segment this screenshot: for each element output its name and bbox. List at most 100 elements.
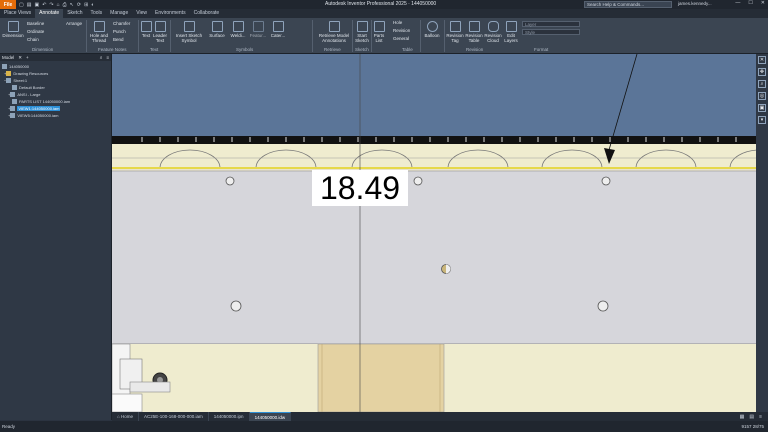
zoom-icon[interactable]: ⌕: [758, 80, 766, 88]
dimension-text[interactable]: 18.49: [312, 170, 408, 206]
tab-tools[interactable]: Tools: [86, 9, 106, 18]
caterpillar-button[interactable]: Cater...: [268, 21, 288, 38]
ribbon-separator: [352, 20, 353, 52]
tree-item[interactable]: + VIEW5:144050000.iam: [0, 112, 111, 119]
list-tabs-icon[interactable]: ≡: [759, 414, 762, 420]
maximize-button[interactable]: ☐: [748, 0, 752, 6]
print-icon[interactable]: ⎙: [63, 2, 67, 8]
tree-item[interactable]: + ANSI - Large: [0, 91, 111, 98]
file-button[interactable]: File: [0, 0, 16, 9]
tree-item[interactable]: + VIEW1:144050000.iam: [0, 105, 111, 112]
close-icon[interactable]: ✕: [18, 55, 22, 61]
ribbon-separator: [420, 20, 421, 52]
drawing-canvas[interactable]: 18.49: [112, 54, 756, 412]
dark-strip: [112, 136, 756, 144]
retrieve-model-annotations-button[interactable]: Retrieve Model Annotations: [316, 21, 352, 43]
insert-sketch-symbol-button[interactable]: Insert Sketch Symbol: [172, 21, 206, 43]
general-table-button[interactable]: General: [393, 36, 409, 41]
revision-tag-button[interactable]: Revision Tag: [446, 21, 464, 43]
style-select[interactable]: Style: [522, 29, 580, 35]
hole-thread-button[interactable]: Hole and Thread: [88, 21, 110, 43]
text-button[interactable]: Text: [140, 21, 152, 38]
arrange-button[interactable]: Arrange: [66, 21, 82, 26]
tree-item[interactable]: + Drawing Resources: [0, 70, 111, 77]
sheet-icon: [6, 78, 12, 83]
tree-item[interactable]: − Sheet:1: [0, 77, 111, 84]
tab-sketch[interactable]: Sketch: [63, 9, 86, 18]
group-retrieve-label: Retrieve: [324, 47, 341, 52]
look-at-icon[interactable]: ▣: [758, 104, 766, 112]
punch-button[interactable]: Punch: [113, 29, 126, 34]
feature-icon: [252, 21, 264, 32]
undo-icon[interactable]: ↶: [42, 2, 46, 8]
title-bar: File ▢ ▤ ▣ ↶ ↷ ⌂ ⎙ ↖ ⟳ ⊞ ◐ Autodesk Inve…: [0, 0, 768, 9]
add-icon[interactable]: +: [26, 55, 29, 60]
save-icon[interactable]: ▣: [34, 2, 39, 8]
surface-button[interactable]: Surface: [208, 21, 226, 38]
surface-icon: [211, 21, 223, 32]
measure-icon[interactable]: ⊞: [84, 2, 88, 8]
feature-button[interactable]: Featur...: [249, 21, 267, 38]
welding-button[interactable]: Weldi...: [228, 21, 248, 38]
doc-tab-home[interactable]: ⌂ Home: [112, 412, 139, 421]
search-icon[interactable]: ⌕: [100, 55, 103, 60]
revision-table-small-button[interactable]: Revision: [393, 28, 410, 33]
status-bar: Ready 9157 28/75: [0, 421, 768, 432]
leader-text-button[interactable]: Leader Text: [153, 21, 167, 43]
tree-item[interactable]: PARTS LIST 144050000.iam: [0, 98, 111, 105]
ordinate-button[interactable]: Ordinate: [27, 29, 44, 34]
user-account[interactable]: james.kennedy...: [678, 1, 712, 6]
leader-text-icon: [154, 21, 166, 32]
search-input[interactable]: Search Help & Commands...: [584, 1, 672, 8]
layer-select[interactable]: Layer: [522, 21, 580, 27]
navbar-menu-icon[interactable]: ▾: [758, 116, 766, 124]
cascade-icon[interactable]: ▤: [749, 414, 754, 420]
dimension-icon: [7, 21, 19, 32]
border-icon: [12, 85, 17, 90]
baseline-button[interactable]: Baseline: [27, 21, 44, 26]
chamfer-button[interactable]: Chamfer: [113, 21, 130, 26]
parts-list-button[interactable]: Parts List: [372, 21, 386, 43]
tab-annotate[interactable]: Annotate: [35, 9, 64, 18]
select-icon[interactable]: ↖: [70, 2, 74, 8]
navbar-close-icon[interactable]: ✕: [758, 56, 766, 64]
edit-layers-button[interactable]: Edit Layers: [503, 21, 519, 43]
open-icon[interactable]: ▤: [27, 2, 32, 8]
start-sketch-button[interactable]: Start Sketch: [354, 21, 370, 43]
orbit-icon[interactable]: ◎: [758, 92, 766, 100]
sketch-symbol-icon: [183, 21, 195, 32]
doc-tab-drawing[interactable]: 144050000.idw: [249, 412, 292, 421]
tree-item[interactable]: Default Border: [0, 84, 111, 91]
redo-icon[interactable]: ↷: [49, 2, 53, 8]
tab-view[interactable]: View: [132, 9, 151, 18]
balloon-button[interactable]: Balloon: [423, 21, 441, 38]
pan-icon[interactable]: ✥: [758, 68, 766, 76]
tab-place-views[interactable]: Place Views: [0, 9, 35, 18]
bend-button[interactable]: Bend: [113, 37, 124, 42]
tile-icon[interactable]: ▦: [740, 414, 745, 420]
browser-header: Model ✕ + ⌕ ≡: [0, 54, 111, 61]
update-icon[interactable]: ⟳: [77, 2, 81, 8]
dimension-button[interactable]: Dimension: [2, 21, 24, 38]
chain-button[interactable]: Chain: [27, 37, 39, 42]
revision-cloud-button[interactable]: Revision Cloud: [484, 21, 502, 43]
title-block-icon: [10, 92, 16, 97]
tab-environments[interactable]: Environments: [151, 9, 190, 18]
tree-item[interactable]: 144050000: [0, 63, 111, 70]
close-button[interactable]: ✕: [761, 0, 765, 6]
retrieve-icon: [328, 21, 340, 32]
tab-collaborate[interactable]: Collaborate: [190, 9, 224, 18]
group-dimension-label: Dimension: [32, 47, 54, 52]
hole-table-button[interactable]: Hole: [393, 20, 402, 25]
doc-tab-presentation[interactable]: 144050000.ipn: [209, 412, 250, 421]
home-icon[interactable]: ⌂: [57, 2, 60, 8]
text-icon: [140, 21, 152, 32]
doc-tab-assembly[interactable]: AC25E-100-168-000-000.iam: [139, 412, 209, 421]
menu-icon[interactable]: ≡: [106, 55, 109, 60]
new-icon[interactable]: ▢: [19, 2, 24, 8]
tab-manage[interactable]: Manage: [106, 9, 132, 18]
revision-table-button[interactable]: Revision Table: [465, 21, 483, 43]
minimize-button[interactable]: —: [735, 0, 740, 6]
browser-tab-model[interactable]: Model: [2, 55, 14, 60]
color-icon[interactable]: ◐: [91, 2, 94, 8]
